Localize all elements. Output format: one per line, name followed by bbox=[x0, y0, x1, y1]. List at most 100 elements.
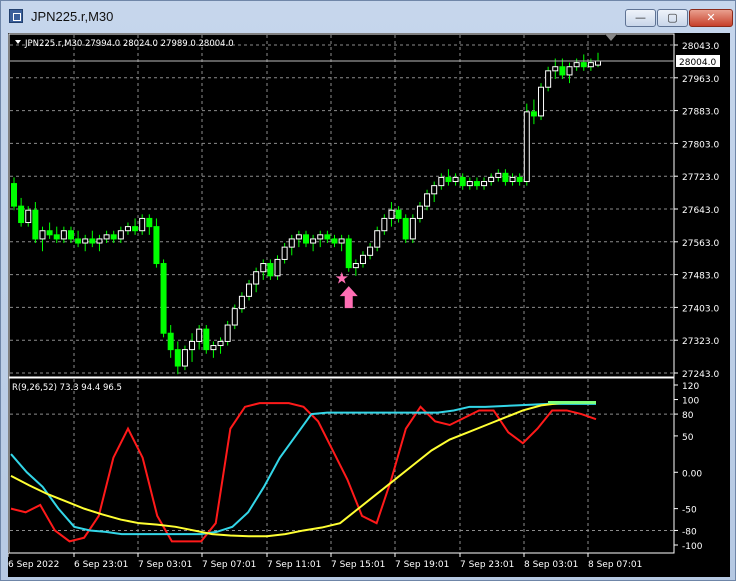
bear-candle bbox=[345, 238, 352, 269]
bull-candle bbox=[409, 217, 416, 240]
price-chart[interactable]: 28043.0 27963.0 27883.0 27803.0 27723.0 27643… bbox=[8, 33, 730, 577]
bull-candle bbox=[260, 263, 267, 273]
maximize-button[interactable]: ▢ bbox=[657, 9, 688, 27]
indicator-info: R(9,26,52) 73.3 94.4 96.5 bbox=[12, 383, 122, 393]
indicator-tick-label: 50 bbox=[682, 433, 694, 443]
bear-candle bbox=[153, 226, 160, 265]
time-axis-label: 7 Sep 23:01 bbox=[460, 560, 514, 570]
bear-candle bbox=[146, 217, 153, 228]
bull-candle bbox=[438, 176, 445, 187]
time-axis-label: 7 Sep 11:01 bbox=[267, 560, 321, 570]
time-axis-label: 7 Sep 03:01 bbox=[138, 560, 192, 570]
bull-candle bbox=[103, 234, 110, 240]
bull-candle bbox=[431, 185, 438, 195]
bear-candle bbox=[53, 234, 60, 240]
price-tick-label: 28043.0 bbox=[682, 42, 719, 52]
price-tick-label: 27723.0 bbox=[682, 173, 719, 183]
price-tick-label: 27963.0 bbox=[682, 75, 719, 85]
bull-candle bbox=[452, 176, 459, 183]
chart-area[interactable]: 28043.0 27963.0 27883.0 27803.0 27723.0 27643… bbox=[8, 33, 730, 577]
bull-candle bbox=[388, 209, 395, 219]
bull-candle bbox=[509, 176, 516, 183]
bear-candle bbox=[167, 332, 174, 351]
bull-candle bbox=[566, 66, 573, 76]
bull-candle bbox=[295, 234, 302, 240]
time-axis-label: 8 Sep 07:01 bbox=[588, 560, 642, 570]
price-tick-label: 27483.0 bbox=[682, 272, 719, 282]
bull-candle bbox=[317, 234, 324, 240]
bear-candle bbox=[445, 176, 452, 183]
bear-candle bbox=[46, 230, 53, 236]
title-bar[interactable]: JPN225.r,M30 — ▢ ✕ bbox=[1, 1, 735, 33]
indicator-tick-label: 120 bbox=[682, 382, 699, 392]
bull-candle bbox=[523, 111, 530, 183]
bull-candle bbox=[224, 324, 231, 342]
bull-candle bbox=[367, 246, 374, 256]
price-tick-label: 27643.0 bbox=[682, 206, 719, 216]
price-tick-label: 27883.0 bbox=[682, 108, 719, 118]
bear-candle bbox=[402, 217, 409, 240]
bull-candle bbox=[488, 176, 495, 183]
bear-candle bbox=[18, 205, 25, 224]
bull-candle bbox=[424, 193, 431, 207]
bear-candle bbox=[303, 234, 309, 244]
price-tick-label: 27563.0 bbox=[682, 239, 719, 249]
bull-candle bbox=[274, 258, 281, 277]
collapse-triangle-icon bbox=[15, 40, 21, 44]
indicator-tick-label: 100 bbox=[682, 397, 699, 407]
bear-candle bbox=[331, 238, 338, 244]
time-axis-label: 6 Sep 23:01 bbox=[74, 560, 128, 570]
bull-candle bbox=[246, 283, 253, 297]
bull-candle bbox=[338, 238, 345, 244]
bear-candle bbox=[203, 328, 210, 351]
main-panel-frame bbox=[8, 33, 675, 378]
bear-candle bbox=[75, 238, 82, 244]
bear-candle bbox=[11, 183, 17, 207]
bull-candle bbox=[310, 238, 317, 244]
bull-candle bbox=[416, 205, 423, 219]
bear-candle bbox=[324, 234, 331, 240]
bull-candle bbox=[495, 172, 502, 178]
bull-candle bbox=[466, 181, 473, 187]
time-axis-label: 7 Sep 07:01 bbox=[202, 560, 256, 570]
bull-candle bbox=[481, 181, 488, 187]
bull-candle bbox=[231, 308, 238, 326]
bid-label: 28004.0 bbox=[679, 58, 716, 68]
bull-candle bbox=[573, 62, 580, 68]
bull-candle bbox=[189, 340, 196, 351]
bear-candle bbox=[580, 62, 587, 68]
bull-candle bbox=[253, 271, 260, 285]
bull-candle bbox=[60, 230, 67, 240]
bear-candle bbox=[174, 349, 181, 367]
time-axis-label: 6 Sep 2022 bbox=[8, 560, 59, 570]
bull-candle bbox=[374, 230, 381, 248]
bull-candle bbox=[281, 246, 288, 260]
indicator-tick-label: 80 bbox=[682, 411, 694, 421]
bull-candle bbox=[238, 295, 245, 310]
symbol-info: JPN225.r,M30 27994.0 28024.0 27989.0 280… bbox=[24, 39, 234, 49]
minimize-button[interactable]: — bbox=[625, 9, 656, 27]
close-button[interactable]: ✕ bbox=[689, 9, 733, 27]
bear-candle bbox=[32, 209, 39, 240]
indicator-tick-label: 0.00 bbox=[682, 469, 702, 479]
time-axis-label: 7 Sep 19:01 bbox=[395, 560, 449, 570]
bear-candle bbox=[459, 176, 466, 187]
bull-candle bbox=[124, 226, 131, 232]
bull-candle bbox=[117, 230, 124, 240]
price-tick-label: 27243.0 bbox=[682, 370, 719, 380]
up-arrow-icon bbox=[339, 286, 358, 309]
chart-window: JPN225.r,M30 — ▢ ✕ 28043.0 27963.0 27883.0… bbox=[0, 0, 736, 581]
bull-candle bbox=[552, 66, 559, 72]
indicator-tick-label: -80 bbox=[682, 527, 697, 537]
price-tick-label: 27803.0 bbox=[682, 140, 719, 150]
bear-candle bbox=[502, 172, 509, 183]
bull-candle bbox=[595, 60, 601, 66]
bear-candle bbox=[132, 226, 139, 232]
indicator-tick-label: -100 bbox=[682, 542, 703, 552]
bull-candle bbox=[196, 328, 203, 342]
bull-candle bbox=[587, 62, 594, 68]
bull-candle bbox=[545, 70, 552, 88]
bear-candle bbox=[395, 209, 402, 219]
time-axis-label: 7 Sep 15:01 bbox=[331, 560, 385, 570]
bull-candle bbox=[381, 217, 388, 232]
